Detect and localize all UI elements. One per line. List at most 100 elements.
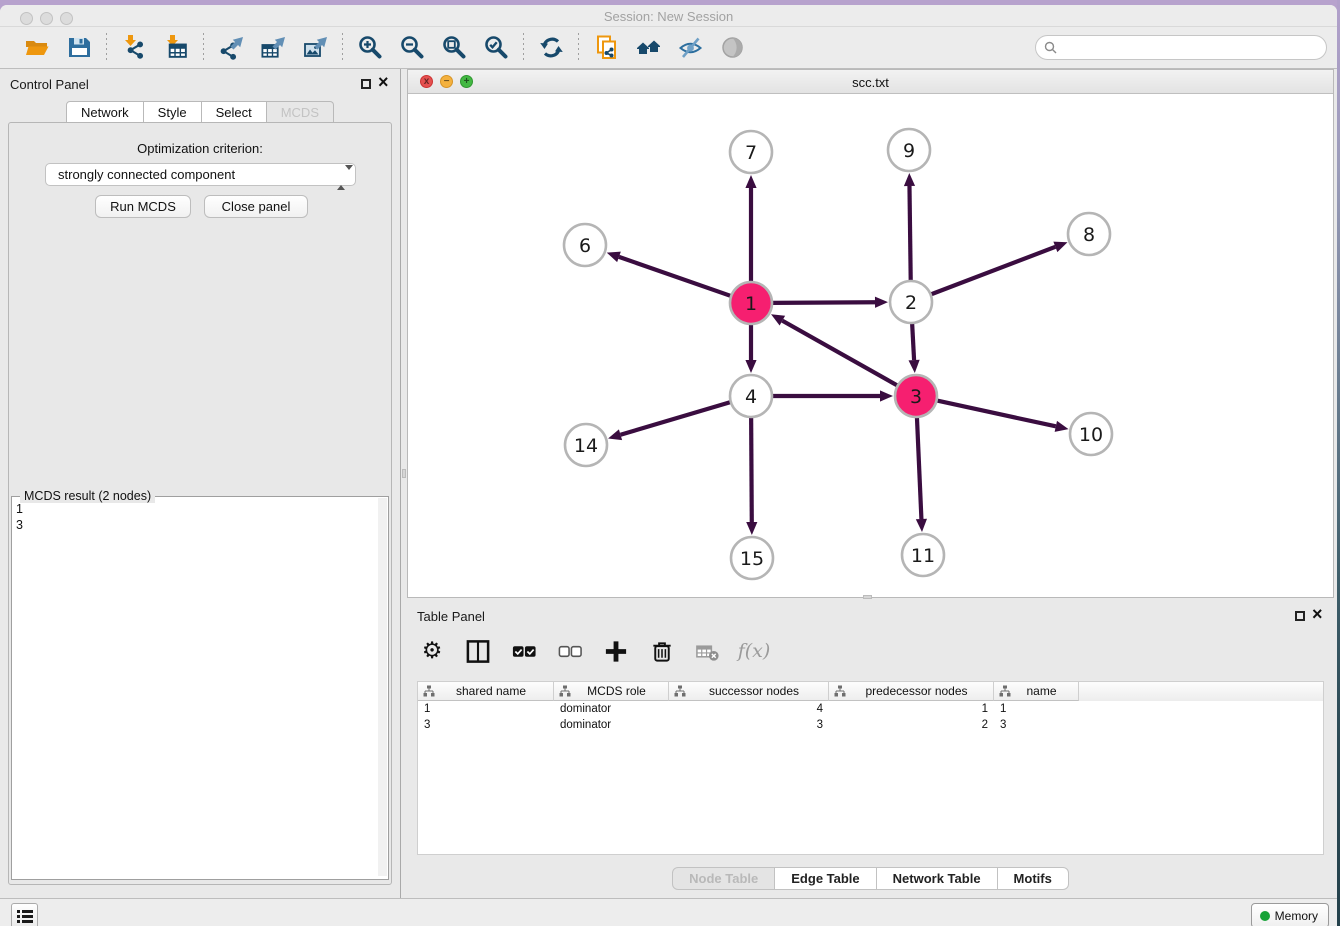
show-details-icon[interactable] <box>718 34 746 62</box>
float-panel-icon[interactable] <box>361 79 371 89</box>
control-panel-title: Control Panel <box>10 77 89 92</box>
table-row[interactable]: 3dominator323 <box>418 717 1323 733</box>
graph-node-label: 14 <box>574 435 598 457</box>
graph-node-8[interactable]: 8 <box>1068 213 1110 255</box>
column-header-predecessor-nodes[interactable]: predecessor nodes <box>829 682 994 701</box>
graph-edge-3-11[interactable] <box>917 417 921 519</box>
tab-motifs[interactable]: Motifs <box>998 867 1069 890</box>
vertical-splitter[interactable] <box>400 69 407 898</box>
graph-edge-2-9[interactable] <box>909 186 910 281</box>
column-header-name[interactable]: name <box>994 682 1079 701</box>
export-table-icon[interactable] <box>259 34 287 62</box>
tab-select[interactable]: Select <box>202 101 267 123</box>
column-header-MCDS-role[interactable]: MCDS role <box>554 682 669 701</box>
column-type-icon <box>999 685 1011 697</box>
clone-network-icon[interactable] <box>592 34 620 62</box>
window-titlebar: Session: New Session <box>0 5 1337 26</box>
column-header-label: predecessor nodes <box>850 684 993 698</box>
graph-edge-4-15[interactable] <box>751 417 752 522</box>
float-panel-icon[interactable] <box>1295 611 1305 621</box>
mcds-tab-content: Optimization criterion: strongly connect… <box>8 122 392 885</box>
delete-table-icon[interactable] <box>695 638 721 664</box>
birds-eye-icon[interactable] <box>634 34 662 62</box>
hide-details-icon[interactable] <box>676 34 704 62</box>
network-canvas-svg[interactable]: 1 2 3 4 6 7 8 9 10 11 14 15 <box>408 94 1333 597</box>
graph-node-1[interactable]: 1 <box>730 282 772 324</box>
graph-edge-1-6[interactable] <box>619 257 731 296</box>
search-box[interactable] <box>1035 35 1327 60</box>
graph-node-9[interactable]: 9 <box>888 129 930 171</box>
graph-edge-1-2[interactable] <box>772 302 875 303</box>
zoom-out-icon[interactable] <box>398 34 426 62</box>
graph-edge-arrowhead <box>904 173 915 186</box>
close-panel-icon[interactable]: × <box>378 72 389 93</box>
table-cell: 1 <box>829 701 994 717</box>
panel-list-button[interactable] <box>11 903 38 926</box>
graph-node-label: 10 <box>1079 424 1103 446</box>
control-panel-tabs: Network Style Select MCDS <box>0 101 400 123</box>
memory-button[interactable]: Memory <box>1251 903 1329 926</box>
layout-refresh-icon[interactable] <box>537 34 565 62</box>
deselect-all-icon[interactable] <box>557 638 583 664</box>
splitter-handle[interactable] <box>863 595 872 599</box>
close-panel-icon[interactable]: × <box>1312 604 1323 625</box>
mcds-result-text[interactable]: 1 3 <box>16 501 23 533</box>
save-session-icon[interactable] <box>65 34 93 62</box>
graph-node-15[interactable]: 15 <box>731 537 773 579</box>
graph-edge-arrowhead <box>1053 242 1067 252</box>
tab-network-table[interactable]: Network Table <box>877 867 998 890</box>
graph-node-3[interactable]: 3 <box>895 375 937 417</box>
column-header-label: name <box>1015 684 1078 698</box>
tab-edge-table[interactable]: Edge Table <box>775 867 876 890</box>
graph-node-4[interactable]: 4 <box>730 375 772 417</box>
column-layout-icon[interactable] <box>465 638 491 664</box>
graph-edge-3-10[interactable] <box>937 400 1056 426</box>
settings-gear-icon[interactable]: ⚙ <box>419 638 445 664</box>
column-header-successor-nodes[interactable]: successor nodes <box>669 682 829 701</box>
graph-node-7[interactable]: 7 <box>730 131 772 173</box>
graph-node-10[interactable]: 10 <box>1070 413 1112 455</box>
criterion-select[interactable]: strongly connected component <box>45 163 356 186</box>
graph-node-label: 2 <box>905 292 917 314</box>
graph-node-14[interactable]: 14 <box>565 424 607 466</box>
graph-node-6[interactable]: 6 <box>564 224 606 266</box>
run-mcds-button[interactable]: Run MCDS <box>95 195 191 218</box>
graph-node-label: 4 <box>745 386 757 408</box>
add-row-icon[interactable] <box>603 638 629 664</box>
graph-edge-2-8[interactable] <box>931 247 1056 295</box>
table-row[interactable]: 1dominator411 <box>418 701 1323 717</box>
main-toolbar <box>0 26 1337 69</box>
tab-network[interactable]: Network <box>66 101 144 123</box>
import-table-icon[interactable] <box>162 34 190 62</box>
column-type-icon <box>559 685 571 697</box>
graph-edge-4-14[interactable] <box>621 402 731 435</box>
graph-node-2[interactable]: 2 <box>890 281 932 323</box>
mcds-result-scrollbar[interactable] <box>378 498 387 876</box>
close-panel-button[interactable]: Close panel <box>204 195 308 218</box>
zoom-in-icon[interactable] <box>356 34 384 62</box>
search-input[interactable] <box>1062 41 1318 55</box>
table-panel-title: Table Panel <box>417 609 485 624</box>
function-builder-icon[interactable]: f(x) <box>741 638 767 664</box>
tab-node-table[interactable]: Node Table <box>672 867 775 890</box>
open-file-icon[interactable] <box>23 34 51 62</box>
tab-style[interactable]: Style <box>144 101 202 123</box>
splitter-handle[interactable] <box>402 469 406 478</box>
graph-node-11[interactable]: 11 <box>902 534 944 576</box>
export-network-icon[interactable] <box>217 34 245 62</box>
zoom-selected-icon[interactable] <box>482 34 510 62</box>
select-all-icon[interactable] <box>511 638 537 664</box>
network-window-titlebar[interactable]: x − + scc.txt <box>408 70 1333 94</box>
graph-edge-2-3[interactable] <box>912 323 914 360</box>
network-window: x − + scc.txt 1 2 3 4 6 7 8 9 10 11 14 15 <box>407 69 1334 598</box>
table-cell: 4 <box>669 701 829 717</box>
zoom-fit-icon[interactable] <box>440 34 468 62</box>
graph-edge-arrowhead <box>608 429 622 440</box>
column-header-shared-name[interactable]: shared name <box>418 682 554 701</box>
export-image-icon[interactable] <box>301 34 329 62</box>
graph-node-label: 9 <box>903 140 915 162</box>
import-network-icon[interactable] <box>120 34 148 62</box>
delete-icon[interactable] <box>649 638 675 664</box>
tab-mcds[interactable]: MCDS <box>267 101 334 123</box>
graph-edge-3-1[interactable] <box>782 321 897 386</box>
